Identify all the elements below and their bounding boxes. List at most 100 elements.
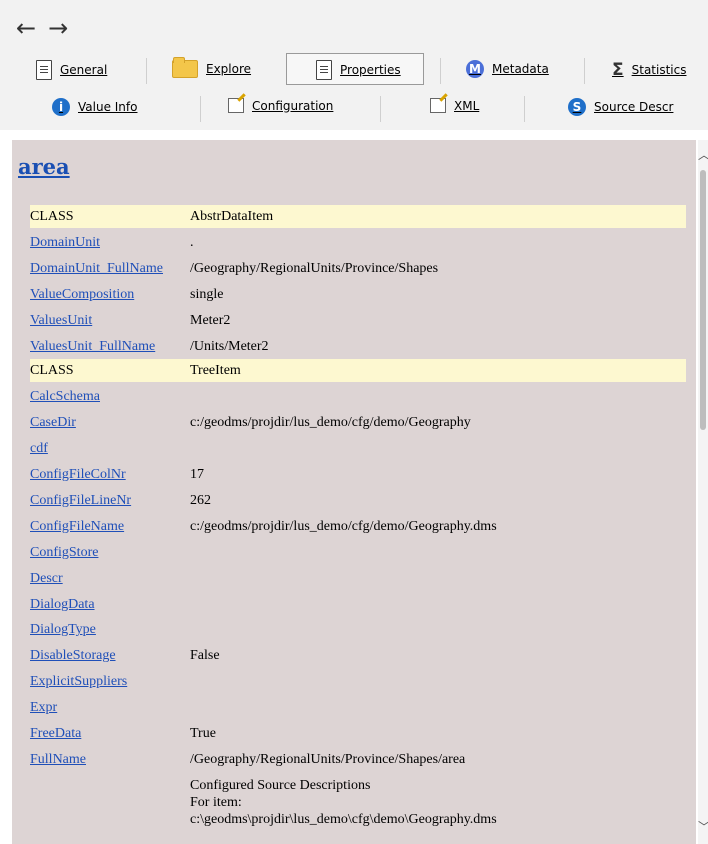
property-key[interactable]: FreeData bbox=[30, 726, 190, 742]
property-value: /Geography/RegionalUnits/Province/Shapes… bbox=[190, 751, 466, 767]
property-key[interactable]: Descr bbox=[30, 571, 190, 587]
property-key[interactable]: DomainUnit_FullName bbox=[30, 261, 190, 277]
source-s-icon: S bbox=[568, 98, 586, 116]
property-key[interactable]: Expr bbox=[30, 700, 190, 716]
separator bbox=[380, 96, 381, 122]
property-key[interactable]: ConfigFileLineNr bbox=[30, 493, 190, 509]
property-key[interactable]: CaseDir bbox=[30, 415, 190, 431]
property-row: DomainUnit_FullName/Geography/RegionalUn… bbox=[30, 256, 686, 282]
toolbar-row-2: i Value Info Configuration XML S Source … bbox=[0, 92, 708, 126]
source-descr-line: For item: bbox=[190, 795, 242, 810]
item-title-link[interactable]: area bbox=[18, 154, 70, 179]
tab-value-info[interactable]: i Value Info bbox=[52, 98, 137, 116]
tab-properties[interactable]: Properties bbox=[316, 60, 401, 80]
toolbar: ← → General Explore Properties M Metadat… bbox=[0, 0, 708, 130]
source-descr-line: Configured Source Descriptions bbox=[190, 778, 371, 793]
property-row: CalcSchema bbox=[30, 384, 686, 410]
property-row: ConfigFileName c:/geodms/projdir/lus_demo… bbox=[30, 514, 686, 540]
property-value: False bbox=[190, 648, 220, 664]
forward-arrow-icon[interactable]: → bbox=[48, 16, 68, 40]
property-row: ValuesUnit Meter2 bbox=[30, 308, 686, 334]
tab-statistics-label: Statistics bbox=[631, 63, 687, 77]
tab-source-descr[interactable]: S Source Descr bbox=[568, 98, 673, 116]
back-arrow-icon[interactable]: ← bbox=[16, 16, 36, 40]
property-value: 17 bbox=[190, 467, 204, 483]
source-descr-line: c:\geodms\projdir\lus_demo\cfg\demo\Geog… bbox=[190, 812, 497, 827]
property-row: cdf bbox=[30, 436, 686, 462]
property-key[interactable]: ConfigFileColNr bbox=[30, 467, 190, 483]
tab-configuration[interactable]: Configuration bbox=[228, 98, 333, 113]
separator bbox=[584, 58, 585, 84]
tab-statistics[interactable]: Σ Statistics bbox=[612, 60, 686, 80]
property-row: ValueComposition single bbox=[30, 282, 686, 308]
separator bbox=[146, 58, 147, 84]
document-icon bbox=[36, 60, 52, 80]
property-row: DisableStorage False bbox=[30, 643, 686, 669]
property-row: Descr bbox=[30, 566, 686, 592]
property-row: ValuesUnit_FullName/Units/Meter2 bbox=[30, 334, 686, 360]
property-row: DialogType bbox=[30, 617, 686, 643]
property-row: DialogData bbox=[30, 592, 686, 618]
tab-explore-label: Explore bbox=[206, 62, 252, 76]
property-row: ConfigFileLineNr 262 bbox=[30, 488, 686, 514]
scroll-down-icon[interactable]: ﹀ bbox=[698, 818, 708, 835]
property-row: Expr bbox=[30, 695, 686, 721]
property-row: ExplicitSuppliers bbox=[30, 669, 686, 695]
tab-metadata-label: Metadata bbox=[492, 62, 549, 76]
property-key[interactable]: FullName bbox=[30, 752, 190, 768]
info-icon: i bbox=[52, 98, 70, 116]
document-icon bbox=[316, 60, 332, 80]
property-value: AbstrDataItem bbox=[190, 208, 274, 224]
nav-buttons: ← → bbox=[16, 16, 68, 40]
property-row: DomainUnit. bbox=[30, 230, 686, 256]
property-row: ConfigFileColNr 17 bbox=[30, 462, 686, 488]
sigma-icon: Σ bbox=[612, 60, 624, 80]
property-key[interactable]: DisableStorage bbox=[30, 648, 190, 664]
property-value: c:/geodms/projdir/lus_demo/cfg/demo/Geog… bbox=[190, 415, 471, 431]
class-row: CLASS AbstrDataItem bbox=[30, 205, 686, 228]
edit-icon bbox=[228, 98, 244, 113]
property-key[interactable]: DialogData bbox=[30, 597, 190, 613]
property-value: 262 bbox=[190, 492, 211, 508]
separator bbox=[440, 58, 441, 84]
property-key[interactable]: ConfigFileName bbox=[30, 519, 190, 535]
property-value: . bbox=[190, 234, 194, 250]
separator bbox=[524, 96, 525, 122]
property-key[interactable]: DomainUnit bbox=[30, 235, 190, 251]
folder-icon bbox=[172, 57, 198, 78]
property-value: c:/geodms/projdir/lus_demo/cfg/demo/Geog… bbox=[190, 518, 497, 534]
edit-icon bbox=[430, 98, 446, 113]
scroll-up-icon[interactable]: ︿ bbox=[698, 146, 708, 163]
property-key[interactable]: ConfigStore bbox=[30, 545, 190, 561]
property-row: FreeData True bbox=[30, 721, 686, 747]
property-row: FullName/Geography/RegionalUnits/Provinc… bbox=[30, 747, 686, 773]
property-key[interactable]: ValuesUnit bbox=[30, 313, 190, 329]
tab-general-label: General bbox=[60, 63, 108, 77]
tab-xml-label: XML bbox=[454, 98, 480, 113]
property-key: CLASS bbox=[30, 362, 74, 378]
property-value: TreeItem bbox=[190, 362, 241, 378]
property-value: Meter2 bbox=[190, 312, 231, 328]
property-key[interactable]: ExplicitSuppliers bbox=[30, 674, 190, 690]
tab-xml[interactable]: XML bbox=[430, 98, 479, 113]
property-key[interactable]: DialogType bbox=[30, 622, 190, 638]
property-value: True bbox=[190, 725, 216, 741]
property-key[interactable]: ValueComposition bbox=[30, 287, 190, 303]
source-description-text: Configured Source Descriptions For item:… bbox=[190, 777, 497, 828]
separator bbox=[200, 96, 201, 122]
property-value: /Geography/RegionalUnits/Province/Shapes bbox=[190, 260, 439, 276]
property-key[interactable]: CalcSchema bbox=[30, 389, 190, 405]
property-row: ConfigStore bbox=[30, 540, 686, 566]
tab-explore[interactable]: Explore bbox=[172, 57, 252, 78]
class-row: CLASS TreeItem bbox=[30, 359, 686, 383]
tab-metadata[interactable]: M Metadata bbox=[466, 60, 549, 78]
property-key: CLASS bbox=[30, 208, 74, 224]
property-key[interactable]: cdf bbox=[30, 441, 190, 457]
property-key[interactable]: ValuesUnit_FullName bbox=[30, 339, 190, 355]
metadata-m-icon: M bbox=[466, 60, 484, 78]
toolbar-row-1: General Explore Properties M Metadata Σ … bbox=[0, 52, 708, 90]
properties-table: CLASS AbstrDataItem DomainUnit. DomainUnit_… bbox=[30, 205, 686, 773]
tab-general[interactable]: General bbox=[36, 60, 107, 80]
property-value: /Units/Meter2 bbox=[190, 338, 269, 354]
scrollbar-thumb[interactable] bbox=[700, 170, 706, 430]
